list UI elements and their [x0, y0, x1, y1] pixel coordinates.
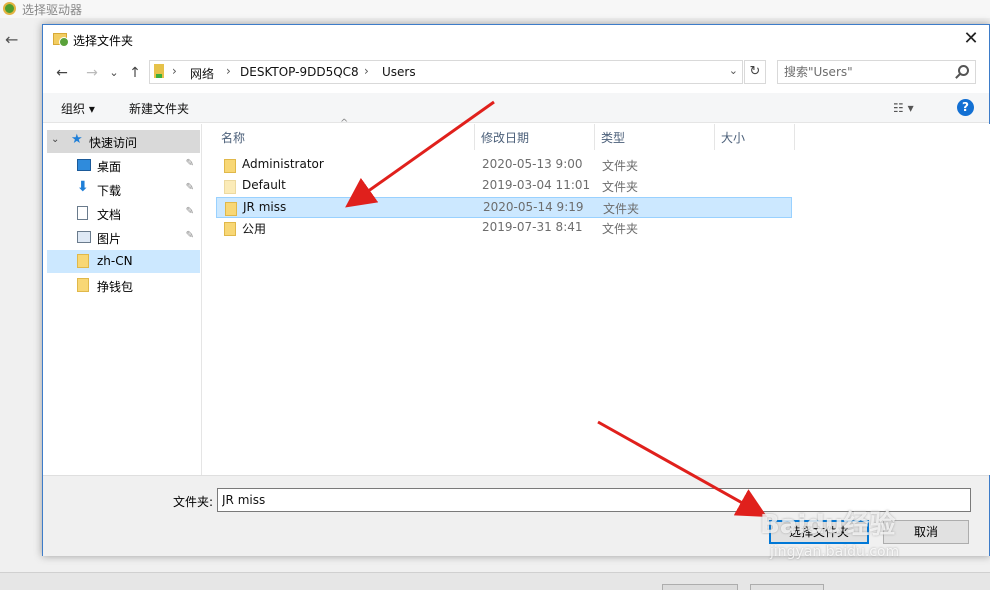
nav-item-wallet[interactable]: 挣钱包: [47, 274, 200, 297]
chevron-down-icon[interactable]: ⌄: [729, 64, 738, 77]
nav-item-pictures[interactable]: 图片 ✎: [47, 226, 200, 249]
download-icon: ⬇: [77, 179, 89, 195]
pin-icon: ✎: [185, 182, 194, 193]
folder-icon: [224, 222, 236, 236]
folder-app-icon: [53, 33, 69, 47]
dialog-title: 选择文件夹: [73, 34, 134, 48]
file-modified: 2019-03-04 11:01: [482, 178, 591, 192]
nav-item-quick-access[interactable]: ⌄ ★ 快速访问: [47, 130, 200, 153]
breadcrumb-computer[interactable]: DESKTOP-9DD5QC8: [240, 65, 359, 79]
background-title: 选择驱动器: [22, 3, 83, 17]
watermark-url: jingyan.baidu.com: [770, 544, 900, 560]
nav-item-label: 图片: [97, 232, 122, 246]
picture-icon: [77, 231, 91, 243]
nav-item-label: zh-CN: [97, 254, 133, 268]
background-title-bar: 选择驱动器: [0, 0, 990, 18]
column-header-name[interactable]: 名称: [215, 124, 475, 150]
nav-item-label: 挣钱包: [97, 280, 134, 294]
nav-item-zh-cn[interactable]: zh-CN: [47, 250, 200, 273]
column-header-label: 修改日期: [481, 131, 530, 145]
nav-item-documents[interactable]: 文档 ✎: [47, 202, 200, 225]
dialog-title-bar: 选择文件夹 ✕: [43, 25, 989, 55]
search-input[interactable]: [784, 64, 944, 80]
file-type: 文件夹: [603, 202, 640, 216]
background-button-1[interactable]: [662, 584, 738, 590]
column-header-label: 大小: [721, 131, 746, 145]
nav-item-label: 桌面: [97, 160, 122, 174]
refresh-button[interactable]: ↻: [744, 60, 766, 84]
folder-field-label: 文件夹:: [173, 495, 214, 509]
watermark-brand: Baidu经验: [760, 510, 896, 540]
desktop-icon: [77, 159, 91, 171]
app-icon: [3, 2, 16, 15]
nav-item-desktop[interactable]: 桌面 ✎: [47, 154, 200, 177]
column-header-type[interactable]: 类型: [595, 124, 715, 150]
file-name: JR miss: [243, 200, 287, 214]
file-modified: 2020-05-13 9:00: [482, 157, 583, 171]
help-icon[interactable]: ?: [957, 99, 974, 116]
new-folder-button[interactable]: 新建文件夹: [129, 100, 189, 117]
breadcrumb-users[interactable]: Users: [382, 65, 416, 79]
file-type: 文件夹: [602, 180, 639, 194]
file-name: 公用: [242, 222, 267, 236]
folder-icon: [225, 202, 237, 216]
nav-item-label: 快速访问: [89, 136, 138, 150]
nav-item-label: 下载: [97, 184, 122, 198]
forward-button[interactable]: →: [81, 63, 103, 83]
breadcrumb-separator[interactable]: ›: [226, 64, 231, 78]
folder-icon: [77, 254, 89, 268]
back-button[interactable]: ←: [51, 63, 73, 83]
select-folder-dialog: 选择文件夹 ✕ ← → ⌄ ↑ › 网络 › DESKTOP-9DD5QC8 ›…: [42, 24, 990, 556]
background-back-icon[interactable]: ←: [5, 30, 18, 49]
column-header-modified[interactable]: 修改日期: [475, 124, 595, 150]
address-bar[interactable]: › 网络 › DESKTOP-9DD5QC8 › Users ⌄: [149, 60, 743, 84]
folder-icon: [224, 180, 236, 194]
organize-menu[interactable]: 组织 ▾: [61, 100, 95, 117]
file-modified: 2019-07-31 8:41: [482, 220, 583, 234]
file-modified: 2020-05-14 9:19: [483, 200, 584, 214]
document-icon: [77, 206, 88, 220]
background-bottom-bar: [0, 572, 990, 590]
pin-icon: ✎: [185, 206, 194, 217]
folder-icon: [224, 159, 236, 173]
file-row-selected[interactable]: JR miss 2020-05-14 9:19 文件夹: [216, 197, 792, 218]
file-list[interactable]: ^ 名称 修改日期 类型 大小 Administrator 2020-05-13…: [203, 118, 973, 475]
pin-icon: ✎: [185, 158, 194, 169]
file-name: Default: [242, 178, 286, 192]
up-button[interactable]: ↑: [124, 63, 146, 83]
nav-item-label: 文档: [97, 208, 122, 222]
recent-locations-button[interactable]: ⌄: [103, 63, 125, 83]
search-icon[interactable]: [958, 65, 969, 76]
network-icon: [154, 64, 164, 78]
folder-icon: [77, 278, 89, 292]
column-header-label: 类型: [601, 131, 626, 145]
file-row[interactable]: Administrator 2020-05-13 9:00 文件夹: [216, 155, 792, 176]
command-bar: 组织 ▾ 新建文件夹 ☷ ▾ ?: [43, 93, 989, 123]
file-type: 文件夹: [602, 222, 639, 236]
file-type: 文件夹: [602, 159, 639, 173]
close-icon[interactable]: ✕: [959, 28, 983, 52]
file-name: Administrator: [242, 157, 324, 171]
column-header-size[interactable]: 大小: [715, 124, 795, 150]
file-row[interactable]: Default 2019-03-04 11:01 文件夹: [216, 176, 792, 197]
navigation-pane[interactable]: ⌄ ★ 快速访问 桌面 ✎ ⬇ 下载 ✎ 文档 ✎ 图片 ✎ zh-CN 挣钱包: [43, 124, 202, 475]
list-scroll-area: [973, 124, 990, 475]
breadcrumb-network[interactable]: 网络: [190, 65, 214, 82]
star-icon: ★: [71, 132, 83, 147]
chevron-down-icon[interactable]: ⌄: [51, 134, 59, 145]
background-button-2[interactable]: [750, 584, 824, 590]
breadcrumb-separator[interactable]: ›: [364, 64, 369, 78]
pin-icon: ✎: [185, 230, 194, 241]
nav-item-downloads[interactable]: ⬇ 下载 ✎: [47, 178, 200, 201]
file-row[interactable]: 公用 2019-07-31 8:41 文件夹: [216, 218, 792, 239]
view-options-icon[interactable]: ☷ ▾: [893, 101, 914, 115]
breadcrumb-separator[interactable]: ›: [172, 64, 177, 78]
column-header-label: 名称: [221, 131, 246, 145]
search-box[interactable]: [777, 60, 976, 84]
cancel-button[interactable]: 取消: [883, 520, 969, 544]
